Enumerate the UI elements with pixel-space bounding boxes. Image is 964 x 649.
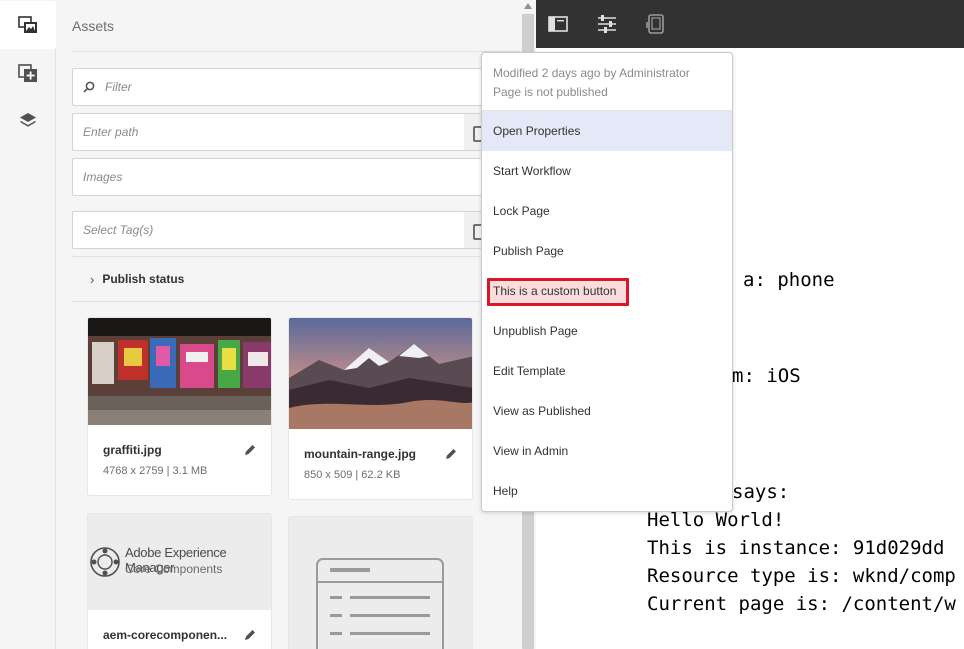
rail-components-button[interactable] xyxy=(0,49,56,97)
chevron-right-icon: › xyxy=(90,271,95,287)
asset-name: mountain-range.jpg xyxy=(304,447,416,461)
asset-meta: 850 x 509 | 62.2 KB xyxy=(304,469,401,481)
canvas-line: says: xyxy=(732,481,790,503)
page-information-menu: Modified 2 days ago by Administrator Pag… xyxy=(481,52,733,512)
menu-item-lock-page[interactable]: Lock Page xyxy=(482,191,732,231)
scroll-up-arrow[interactable] xyxy=(524,3,532,9)
components-icon xyxy=(18,64,37,82)
asset-meta: 4768 x 2759 | 3.1 MB xyxy=(103,465,208,477)
edit-icon[interactable] xyxy=(243,628,257,642)
canvas-line: m: iOS xyxy=(732,365,801,387)
canvas-line: Resource type is: wknd/comp xyxy=(647,565,956,587)
tags-input[interactable]: Select Tag(s) xyxy=(72,211,465,249)
rail-assets-button[interactable] xyxy=(0,1,56,49)
toggle-side-panel-button[interactable] xyxy=(544,10,572,38)
aem-logo-thumbnail: Adobe Experience Manager Core Components xyxy=(88,514,271,610)
menu-item-open-properties[interactable]: Open Properties xyxy=(482,111,732,151)
emulator-icon xyxy=(646,14,664,34)
menu-item-view-in-admin[interactable]: View in Admin xyxy=(482,431,732,471)
filter-placeholder: Filter xyxy=(105,80,132,94)
canvas-line: Current page is: /content/w xyxy=(647,593,956,615)
emulator-button[interactable] xyxy=(642,10,670,38)
path-placeholder: Enter path xyxy=(83,125,139,139)
menu-item-view-as-published[interactable]: View as Published xyxy=(482,391,732,431)
menu-item-custom-button[interactable]: This is a custom button xyxy=(482,271,732,311)
menu-item-start-workflow[interactable]: Start Workflow xyxy=(482,151,732,191)
asset-name: aem-corecomponen... xyxy=(103,628,228,642)
page-information-button[interactable] xyxy=(593,10,621,38)
publish-status-label: Publish status xyxy=(102,272,185,286)
editor-toolbar xyxy=(536,0,964,48)
assets-panel: Assets Filter Enter path Images Select T… xyxy=(56,0,520,649)
asset-type-select[interactable]: Images xyxy=(72,158,520,196)
divider xyxy=(72,51,520,52)
mountain-range-thumbnail xyxy=(289,318,472,429)
modified-info: Modified 2 days ago by Administrator xyxy=(493,66,690,80)
canvas-line: This is instance: 91d029dd xyxy=(647,537,945,559)
asset-card-document[interactable] xyxy=(288,516,473,649)
graffiti-thumbnail xyxy=(88,318,271,425)
menu-item-help[interactable]: Help xyxy=(482,471,732,511)
document-icon xyxy=(316,558,444,649)
aem-logo-icon xyxy=(90,547,120,577)
tags-placeholder: Select Tag(s) xyxy=(83,223,154,237)
menu-item-edit-template[interactable]: Edit Template xyxy=(482,351,732,391)
content-tree-icon xyxy=(20,113,36,127)
path-input[interactable]: Enter path xyxy=(72,113,465,151)
search-icon xyxy=(83,81,95,93)
edit-icon[interactable] xyxy=(444,447,458,461)
canvas-line: a: phone xyxy=(743,269,835,291)
menu-item-unpublish-page[interactable]: Unpublish Page xyxy=(482,311,732,351)
assets-icon xyxy=(17,16,37,33)
asset-name: graffiti.jpg xyxy=(103,443,162,457)
asset-type-value: Images xyxy=(83,170,123,184)
asset-card-graffiti[interactable]: graffiti.jpg 4768 x 2759 | 3.1 MB xyxy=(87,317,272,496)
rail-content-tree-button[interactable] xyxy=(0,97,56,145)
menu-item-publish-page[interactable]: Publish Page xyxy=(482,231,732,271)
asset-card-aem-corecomponents[interactable]: Adobe Experience Manager Core Components… xyxy=(87,513,272,649)
publish-status-toggle[interactable]: › Publish status xyxy=(72,256,520,302)
side-panel-icon xyxy=(548,16,568,32)
side-rail xyxy=(0,0,56,649)
aem-logo-line2: Core Components xyxy=(125,562,223,576)
panel-title: Assets xyxy=(72,18,115,34)
edit-icon[interactable] xyxy=(243,443,257,457)
publish-info: Page is not published xyxy=(493,85,608,99)
asset-card-mountain-range[interactable]: mountain-range.jpg 850 x 509 | 62.2 KB xyxy=(288,317,473,500)
properties-icon xyxy=(598,15,616,33)
filter-input[interactable]: Filter xyxy=(72,68,520,106)
